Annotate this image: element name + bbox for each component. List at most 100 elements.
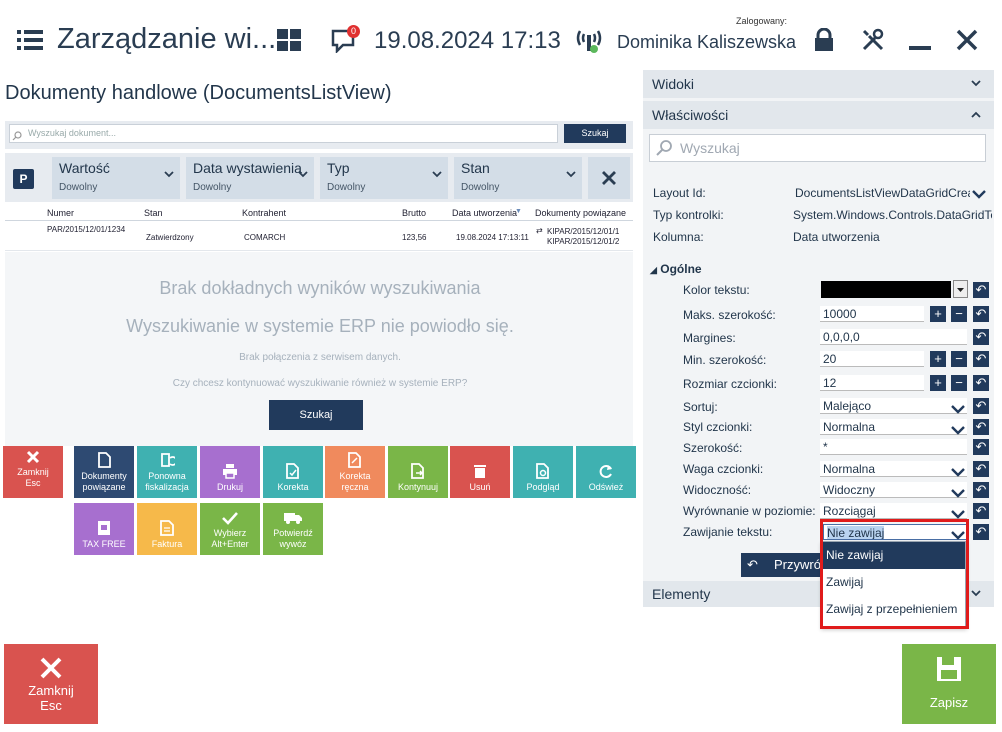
column-stan[interactable]: Stan [144,208,163,218]
cell-powiazane: KIPAR/2015/12/01/1 [547,227,620,236]
correction-tile[interactable]: Korekta [263,446,323,498]
sort-select[interactable]: Malejąco [820,398,967,414]
properties-search-input[interactable]: Wyszukaj [649,134,986,162]
connection-icon[interactable] [576,27,602,60]
filter-stan[interactable]: Stan Dowolny [454,157,582,199]
plus-button[interactable]: + [930,306,946,322]
margins-input[interactable]: 0,0,0,0 [820,329,967,345]
column-dokumenty-powiazane[interactable]: Dokumenty powiązane [535,208,626,218]
filter-data-wystawienia[interactable]: Data wystawienia Dowolny [186,157,314,199]
chevron-down-icon[interactable] [951,423,965,441]
taxfree-tile[interactable]: TAX FREE [74,503,134,555]
chevron-down-icon[interactable] [951,402,965,420]
refiscalization-tile[interactable]: Ponowna fiskalizacja [137,446,197,498]
restore-button[interactable]: ↶ Przywróć [741,553,831,577]
color-swatch[interactable] [821,281,951,298]
column-kontrahent[interactable]: Kontrahent [242,208,286,218]
column-data-utworzenia[interactable]: Data utworzenia [452,208,517,218]
minus-button[interactable]: − [951,351,967,367]
group-ogolne[interactable]: ◢ Ogólne [650,262,702,276]
prop-sort-label: Sortuj: [683,400,718,414]
minus-button[interactable]: − [951,306,967,322]
font-style-select[interactable]: Normalna [820,419,967,435]
tile-label: powiązane [82,482,126,492]
no-results-title: Brak dokładnych wyników wyszukiwania [159,278,481,298]
chevron-down-icon[interactable] [951,465,965,483]
prop-font-style-label: Styl czcionki: [683,420,753,434]
confirm-export-tile[interactable]: Potwierdź wywóz [263,503,323,555]
preview-icon [536,463,549,479]
minus-button[interactable]: − [951,375,967,391]
h-align-select[interactable]: Rozciągaj [820,503,967,519]
plus-button[interactable]: + [930,351,946,367]
section-title: Właściwości [652,107,729,123]
reset-icon[interactable]: ↶ [973,398,989,414]
filter-value: Dowolny [461,182,500,193]
max-width-input[interactable]: 10000 [820,306,924,322]
search-button[interactable]: Szukaj [564,124,626,143]
reset-icon[interactable]: ↶ [973,524,989,540]
width-input[interactable]: * [820,439,967,455]
delete-tile[interactable]: Usuń [450,446,510,498]
tools-icon[interactable] [861,28,885,57]
reset-icon[interactable]: ↶ [973,482,989,498]
section-title: Widoki [652,76,695,92]
column-brutto[interactable]: Brutto [402,208,426,218]
datetime: 19.08.2024 17:13 [374,27,561,54]
grid-header: Numer Stan Kontrahent Brutto Data utworz… [5,205,633,221]
reset-icon[interactable]: ↶ [973,419,989,435]
properties-section-header[interactable]: Właściwości [643,101,994,129]
reset-icon[interactable]: ↶ [973,439,989,455]
lock-icon[interactable] [814,27,834,57]
save-button[interactable]: Zapisz [902,644,996,724]
logged-in-label: Zalogowany: [736,16,788,26]
filter-p-button[interactable]: P [13,169,34,189]
clear-filters-button[interactable] [588,157,630,199]
menu-icon[interactable] [17,29,43,56]
views-section-header[interactable]: Widoki [643,70,994,98]
module-title: Zarządzanie wi... [57,23,277,55]
font-size-input[interactable]: 12 [820,375,924,391]
choose-tile[interactable]: Wybierz Alt+Enter [200,503,260,555]
visibility-select[interactable]: Widoczny [820,482,967,498]
layout-id-label: Layout Id: [653,186,706,200]
filter-wartosc[interactable]: Wartość Dowolny [52,157,180,199]
column-numer[interactable]: Numer [47,208,74,218]
chevron-down-icon[interactable] [972,187,986,205]
related-docs-tile[interactable]: Dokumenty powiązane [74,446,134,498]
reset-icon[interactable]: ↶ [973,461,989,477]
chevron-down-icon[interactable] [951,486,965,504]
control-type-label: Typ kontrolki: [653,208,724,222]
reset-icon[interactable]: ↶ [973,329,989,345]
min-width-input[interactable]: 20 [820,351,924,367]
invoice-tile[interactable]: Faktura [137,503,197,555]
cell-brutto: 123,56 [402,233,427,242]
reset-icon[interactable]: ↶ [973,282,989,298]
continue-tile[interactable]: Kontynuuj [388,446,448,498]
preview-tile[interactable]: Podgląd [513,446,573,498]
plus-button[interactable]: + [930,375,946,391]
document-search-input[interactable]: Wyszukaj dokument... [9,124,558,143]
table-row[interactable]: PAR/2015/12/01/1234 Zatwierdzony COMARCH… [5,221,633,251]
erp-search-button[interactable]: Szukaj [269,400,363,430]
tile-label: Podgląd [526,482,560,492]
reset-icon[interactable]: ↶ [973,351,989,367]
correction-icon [286,463,299,479]
reset-icon[interactable]: ↶ [973,375,989,391]
invoice-icon [160,520,174,536]
color-dropdown-button[interactable] [953,280,968,298]
font-weight-select[interactable]: Normalna [820,461,967,477]
print-tile[interactable]: Drukuj [200,446,260,498]
footer-close-button[interactable]: Zamknij Esc [4,644,98,724]
no-results-info: Brak połączenia z serwisem danych. [239,352,401,363]
filter-typ[interactable]: Typ Dowolny [320,157,448,199]
reset-icon[interactable]: ↶ [973,503,989,519]
layout-id-value[interactable]: DocumentsListViewDataGridCreate [795,186,970,200]
manual-correction-tile[interactable]: Korekta ręczna [325,446,385,498]
reset-icon[interactable]: ↶ [973,306,989,322]
tiles-view-icon[interactable] [277,29,301,56]
close-tile[interactable]: Zamknij Esc [3,446,63,498]
minimize-icon[interactable] [909,46,931,50]
close-icon[interactable] [956,29,978,56]
refresh-tile[interactable]: Odśwież [576,446,636,498]
